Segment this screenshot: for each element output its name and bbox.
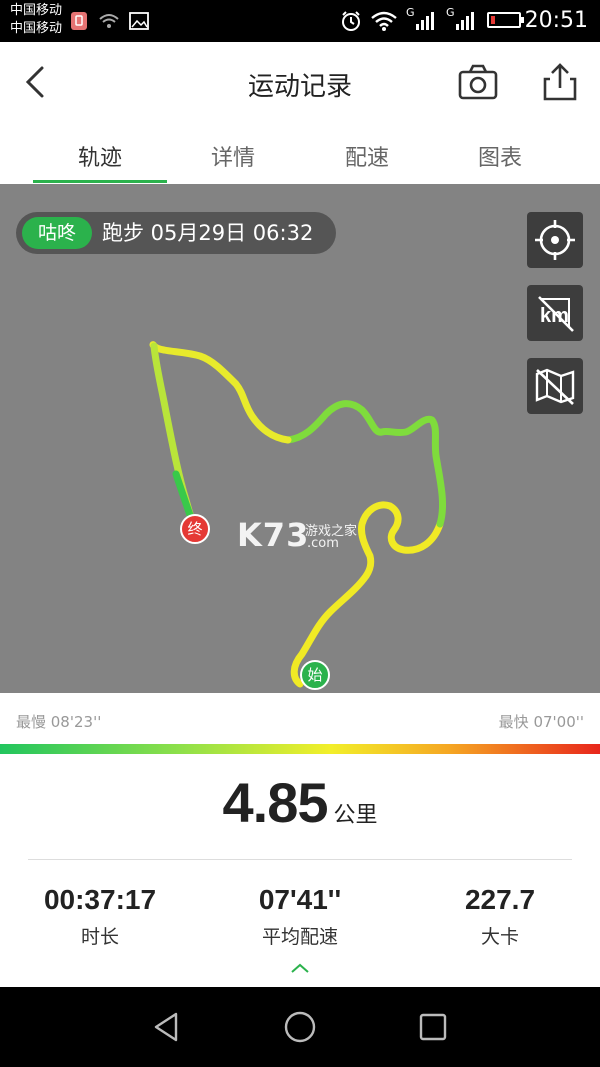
activity-info: 跑步 05月29日 06:32	[102, 221, 314, 245]
route-map[interactable]: 咕咚 跑步 05月29日 06:32 km K73 游戏之家 .com 终 始	[0, 184, 600, 693]
stat-avg-pace-label: 平均配速	[261, 926, 338, 948]
start-marker[interactable]: 始	[300, 660, 330, 690]
km-off-icon: km	[538, 296, 574, 332]
stat-avg-pace: 07'41'' 平均配速	[200, 884, 400, 949]
notification-icon	[71, 12, 87, 30]
tab-pace[interactable]: 配速	[300, 140, 434, 172]
tab-track[interactable]: 轨迹	[33, 140, 167, 172]
tab-details[interactable]: 详情	[166, 140, 300, 172]
km-marker-toggle-button[interactable]: km	[527, 285, 583, 341]
divider	[28, 859, 572, 860]
watermark: K73 游戏之家 .com	[237, 516, 357, 554]
watermark-logo: K73	[237, 516, 310, 554]
wifi-off-icon	[99, 14, 119, 28]
app-tag: 咕咚	[22, 217, 92, 249]
tab-charts[interactable]: 图表	[433, 140, 567, 172]
distance-summary: 4.85 公里	[0, 770, 600, 835]
stat-calories-label: 大卡	[480, 926, 519, 948]
nav-home-icon[interactable]	[282, 1009, 318, 1045]
carrier-1: 中国移动	[10, 3, 63, 18]
stat-duration: 00:37:17 时长	[0, 884, 200, 949]
page-title: 运动记录	[247, 72, 352, 102]
camera-icon[interactable]	[458, 64, 498, 100]
nav-back-icon[interactable]	[148, 1009, 184, 1045]
status-time: 20:51	[524, 8, 588, 33]
end-marker[interactable]: 终	[180, 514, 210, 544]
wifi-icon	[371, 11, 397, 31]
battery-icon	[487, 12, 524, 28]
tab-bar: 轨迹 详情 配速 图表	[0, 122, 600, 184]
status-bar: 中国移动 中国移动 G G 20:51	[0, 0, 600, 42]
locate-icon	[535, 220, 575, 260]
pace-slowest: 最慢 08'23''	[16, 713, 102, 731]
pace-legend: 最慢 08'23'' 最快 07'00''	[0, 693, 600, 743]
stat-calories: 227.7 大卡	[400, 884, 600, 949]
carrier-2: 中国移动	[10, 21, 63, 36]
pace-fastest: 最快 07'00''	[498, 713, 584, 731]
distance-unit: 公里	[333, 803, 378, 828]
route-path	[149, 341, 447, 688]
map-toggle-button[interactable]	[527, 358, 583, 414]
nav-recents-icon[interactable]	[415, 1009, 451, 1045]
map-off-icon	[535, 368, 575, 405]
share-icon[interactable]	[542, 62, 578, 102]
chevron-up-icon[interactable]	[289, 962, 311, 974]
alarm-icon	[342, 11, 360, 31]
activity-info-pill: 咕咚 跑步 05月29日 06:32	[16, 212, 336, 254]
distance-value: 4.85	[222, 771, 328, 834]
signal-icon-1	[416, 12, 434, 30]
image-icon	[129, 12, 149, 30]
locate-button[interactable]	[527, 212, 583, 268]
pace-gradient-bar	[0, 744, 600, 754]
stat-duration-label: 时长	[80, 926, 119, 948]
stat-calories-value: 227.7	[464, 884, 536, 915]
app-header: 运动记录	[0, 42, 600, 122]
carrier-info: 中国移动 中国移动	[10, 2, 62, 38]
system-nav-bar	[0, 987, 600, 1067]
stat-duration-value: 00:37:17	[43, 884, 157, 915]
signal-icon-2	[456, 12, 474, 30]
watermark-domain: .com	[307, 536, 339, 551]
stat-avg-pace-value: 07'41''	[258, 884, 342, 915]
tab-active-indicator	[33, 180, 167, 183]
